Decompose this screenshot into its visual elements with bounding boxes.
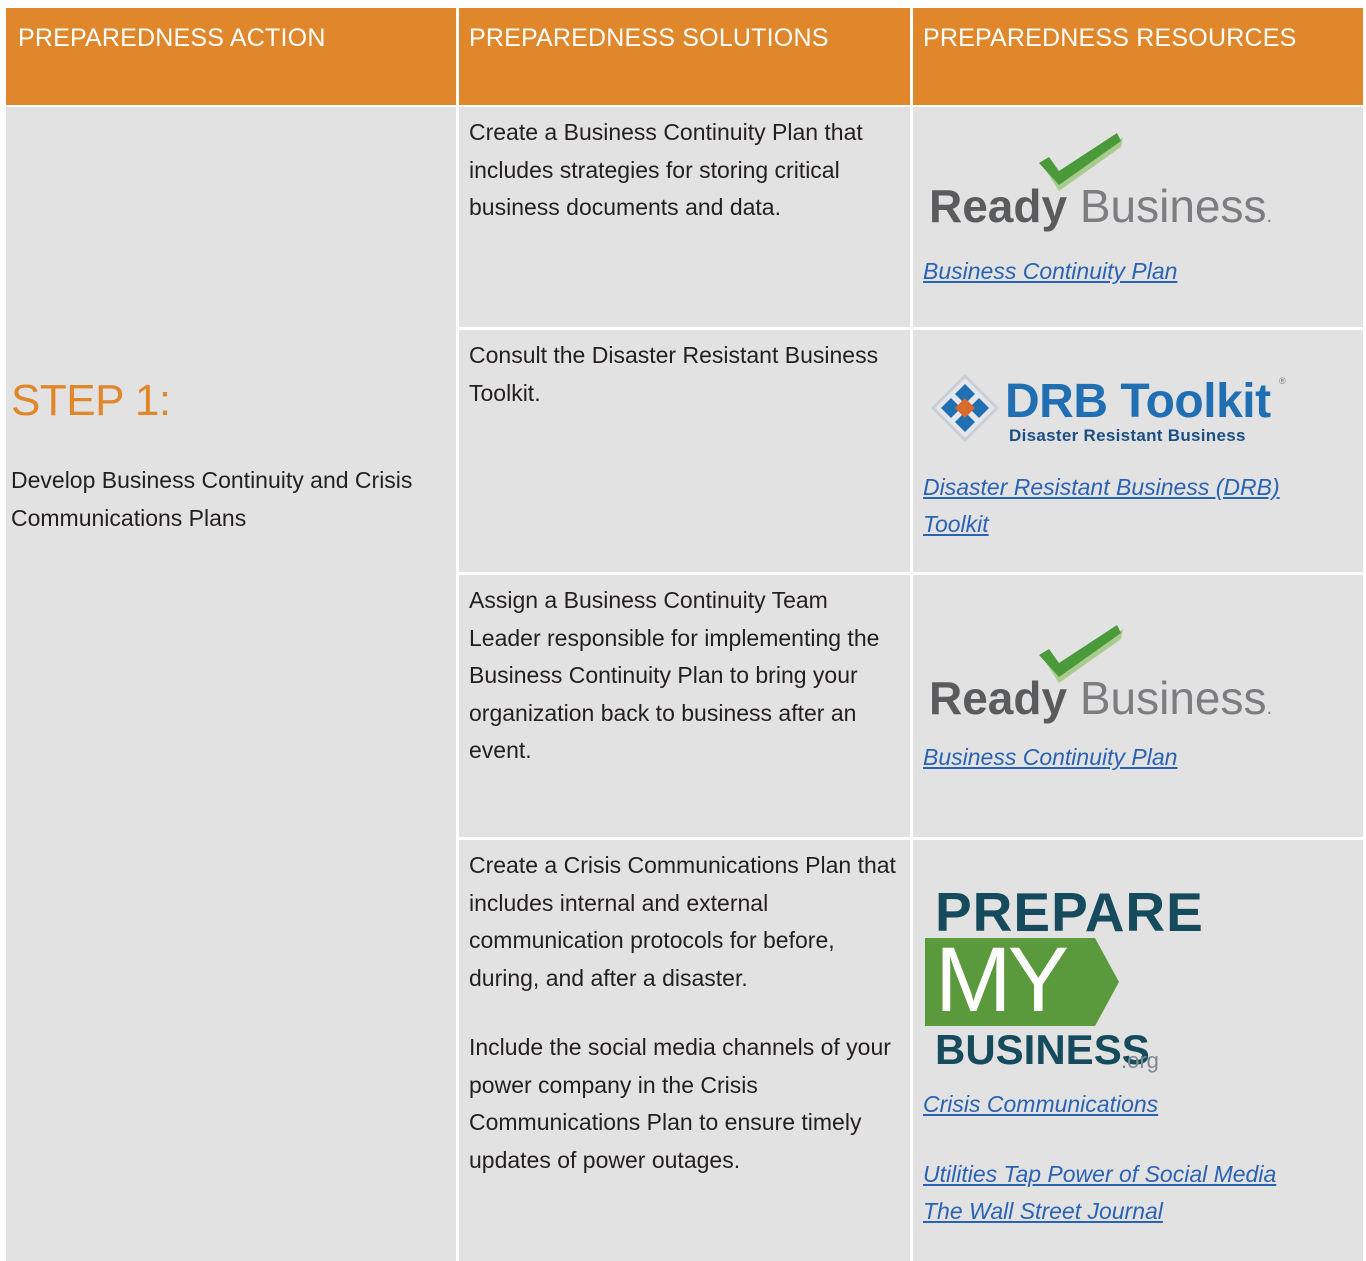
drb-toolkit-logo: DRB Toolkit Disaster Resistant Business … bbox=[929, 370, 1289, 450]
resource-cell-3: Ready Business. Business Continuity Plan bbox=[913, 575, 1363, 837]
logo-word-suffix: . bbox=[1266, 205, 1273, 227]
solution-text: Create a Crisis Communications Plan that… bbox=[469, 852, 896, 991]
diamond-icon bbox=[931, 374, 999, 442]
solution-text: Consult the Disaster Resistant Business … bbox=[469, 342, 879, 406]
link-wall-street-journal[interactable]: The Wall Street Journal bbox=[923, 1193, 1163, 1230]
link-utilities-tap-power[interactable]: Utilities Tap Power of Social Media bbox=[923, 1156, 1276, 1193]
solution-cell-1: Create a Business Continuity Plan that i… bbox=[459, 107, 910, 327]
drb-title: DRB Toolkit bbox=[1005, 375, 1271, 428]
resource-cell-2: DRB Toolkit Disaster Resistant Business … bbox=[913, 330, 1363, 572]
ready-business-wordmark: Ready Business. bbox=[929, 179, 1272, 233]
link-business-continuity-plan[interactable]: Business Continuity Plan bbox=[923, 739, 1177, 776]
registered-mark: ® bbox=[1279, 376, 1286, 386]
solution-text: Include the social media channels of you… bbox=[469, 1034, 891, 1173]
ready-business-wordmark: Ready Business. bbox=[929, 671, 1272, 725]
solution-cell-2: Consult the Disaster Resistant Business … bbox=[459, 330, 910, 572]
resource-cell-4: PREPARE MY BUSINESS .org Crisis Communic… bbox=[913, 840, 1363, 1261]
logo-word-business: Business bbox=[1079, 180, 1267, 232]
logo-my: MY bbox=[935, 929, 1069, 1031]
logo-word-suffix: . bbox=[1266, 697, 1273, 719]
solution-cell-3: Assign a Business Continuity Team Leader… bbox=[459, 575, 910, 837]
link-business-continuity-plan[interactable]: Business Continuity Plan bbox=[923, 253, 1177, 290]
logo-org: .org bbox=[1121, 1048, 1159, 1073]
solution-cell-4: Create a Crisis Communications Plan that… bbox=[459, 840, 910, 1261]
ready-business-logo: Ready Business. bbox=[929, 619, 1272, 729]
logo-business: BUSINESS bbox=[935, 1026, 1150, 1073]
prepare-my-business-logo: PREPARE MY BUSINESS .org bbox=[925, 880, 1225, 1080]
logo-word-ready: Ready bbox=[929, 672, 1068, 724]
header-preparedness-resources: PREPAREDNESS RESOURCES bbox=[913, 8, 1363, 105]
link-crisis-communications[interactable]: Crisis Communications bbox=[923, 1086, 1158, 1123]
solution-text: Create a Business Continuity Plan that i… bbox=[469, 119, 863, 220]
ready-business-logo: Ready Business. bbox=[929, 127, 1272, 237]
header-preparedness-solutions: PREPAREDNESS SOLUTIONS bbox=[459, 8, 910, 105]
solution-text: Assign a Business Continuity Team Leader… bbox=[469, 587, 880, 763]
logo-word-ready: Ready bbox=[929, 180, 1068, 232]
link-drb-toolkit[interactable]: Disaster Resistant Business (DRB) Toolki… bbox=[923, 469, 1323, 543]
step-cell bbox=[6, 107, 456, 1261]
step-description: Develop Business Continuity and Crisis C… bbox=[11, 467, 413, 531]
step-title: STEP 1: bbox=[11, 376, 171, 425]
resource-cell-1: Ready Business. Business Continuity Plan bbox=[913, 107, 1363, 327]
logo-word-business: Business bbox=[1079, 672, 1267, 724]
preparedness-table: PREPAREDNESS ACTION PREPAREDNESS SOLUTIO… bbox=[0, 0, 1366, 1261]
header-preparedness-action: PREPAREDNESS ACTION bbox=[6, 8, 456, 105]
drb-subtitle: Disaster Resistant Business bbox=[1009, 426, 1246, 445]
